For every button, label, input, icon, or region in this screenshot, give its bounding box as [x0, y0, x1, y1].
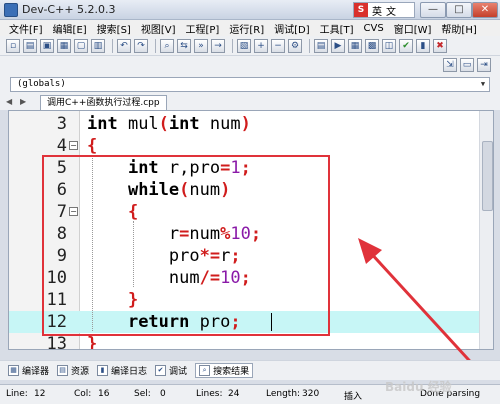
status-lines-value: 24 [228, 389, 240, 399]
tab-compiler-label: 编译器 [22, 367, 50, 377]
resources-icon: ▤ [57, 365, 69, 376]
compile-log-icon: ▮ [97, 365, 109, 376]
status-line-value: 12 [34, 389, 46, 399]
tab-resources[interactable]: ▤ 资源 [57, 364, 89, 377]
tab-compile-log-label: 编译日志 [111, 367, 148, 377]
annotation-arrow-shaft [366, 248, 480, 372]
status-sel-label: Sel: [134, 389, 151, 399]
status-col-value: 16 [98, 389, 110, 399]
status-col-label: Col: [74, 389, 92, 399]
tab-compiler[interactable]: ▦ 编译器 [8, 364, 49, 377]
status-line-label: Line: [6, 389, 28, 399]
output-panel-tabs: ▦ 编译器 ▤ 资源 ▮ 编译日志 ✔ 调试 ⌕ 搜索结果 [0, 360, 500, 380]
compiler-icon: ▦ [8, 365, 19, 376]
search-results-icon: ⌕ [199, 365, 211, 376]
status-insert-mode: 插入 [344, 392, 363, 402]
status-sel-value: 0 [160, 389, 166, 399]
status-length-value: 320 [302, 389, 320, 399]
status-length-label: Length: [266, 389, 301, 399]
debug-check-icon: ✔ [155, 365, 167, 376]
tab-debug-label: 调试 [169, 367, 188, 377]
annotation-arrow [358, 238, 480, 372]
tab-search-results-label: 搜索结果 [213, 367, 250, 377]
tab-search-results[interactable]: ⌕ 搜索结果 [195, 363, 254, 378]
status-lines-label: Lines: [196, 389, 223, 399]
watermark: Baidu 经验 [385, 380, 452, 394]
tab-debug[interactable]: ✔ 调试 [155, 364, 187, 377]
tab-resources-label: 资源 [71, 367, 90, 377]
tab-compile-log[interactable]: ▮ 编译日志 [97, 364, 147, 377]
